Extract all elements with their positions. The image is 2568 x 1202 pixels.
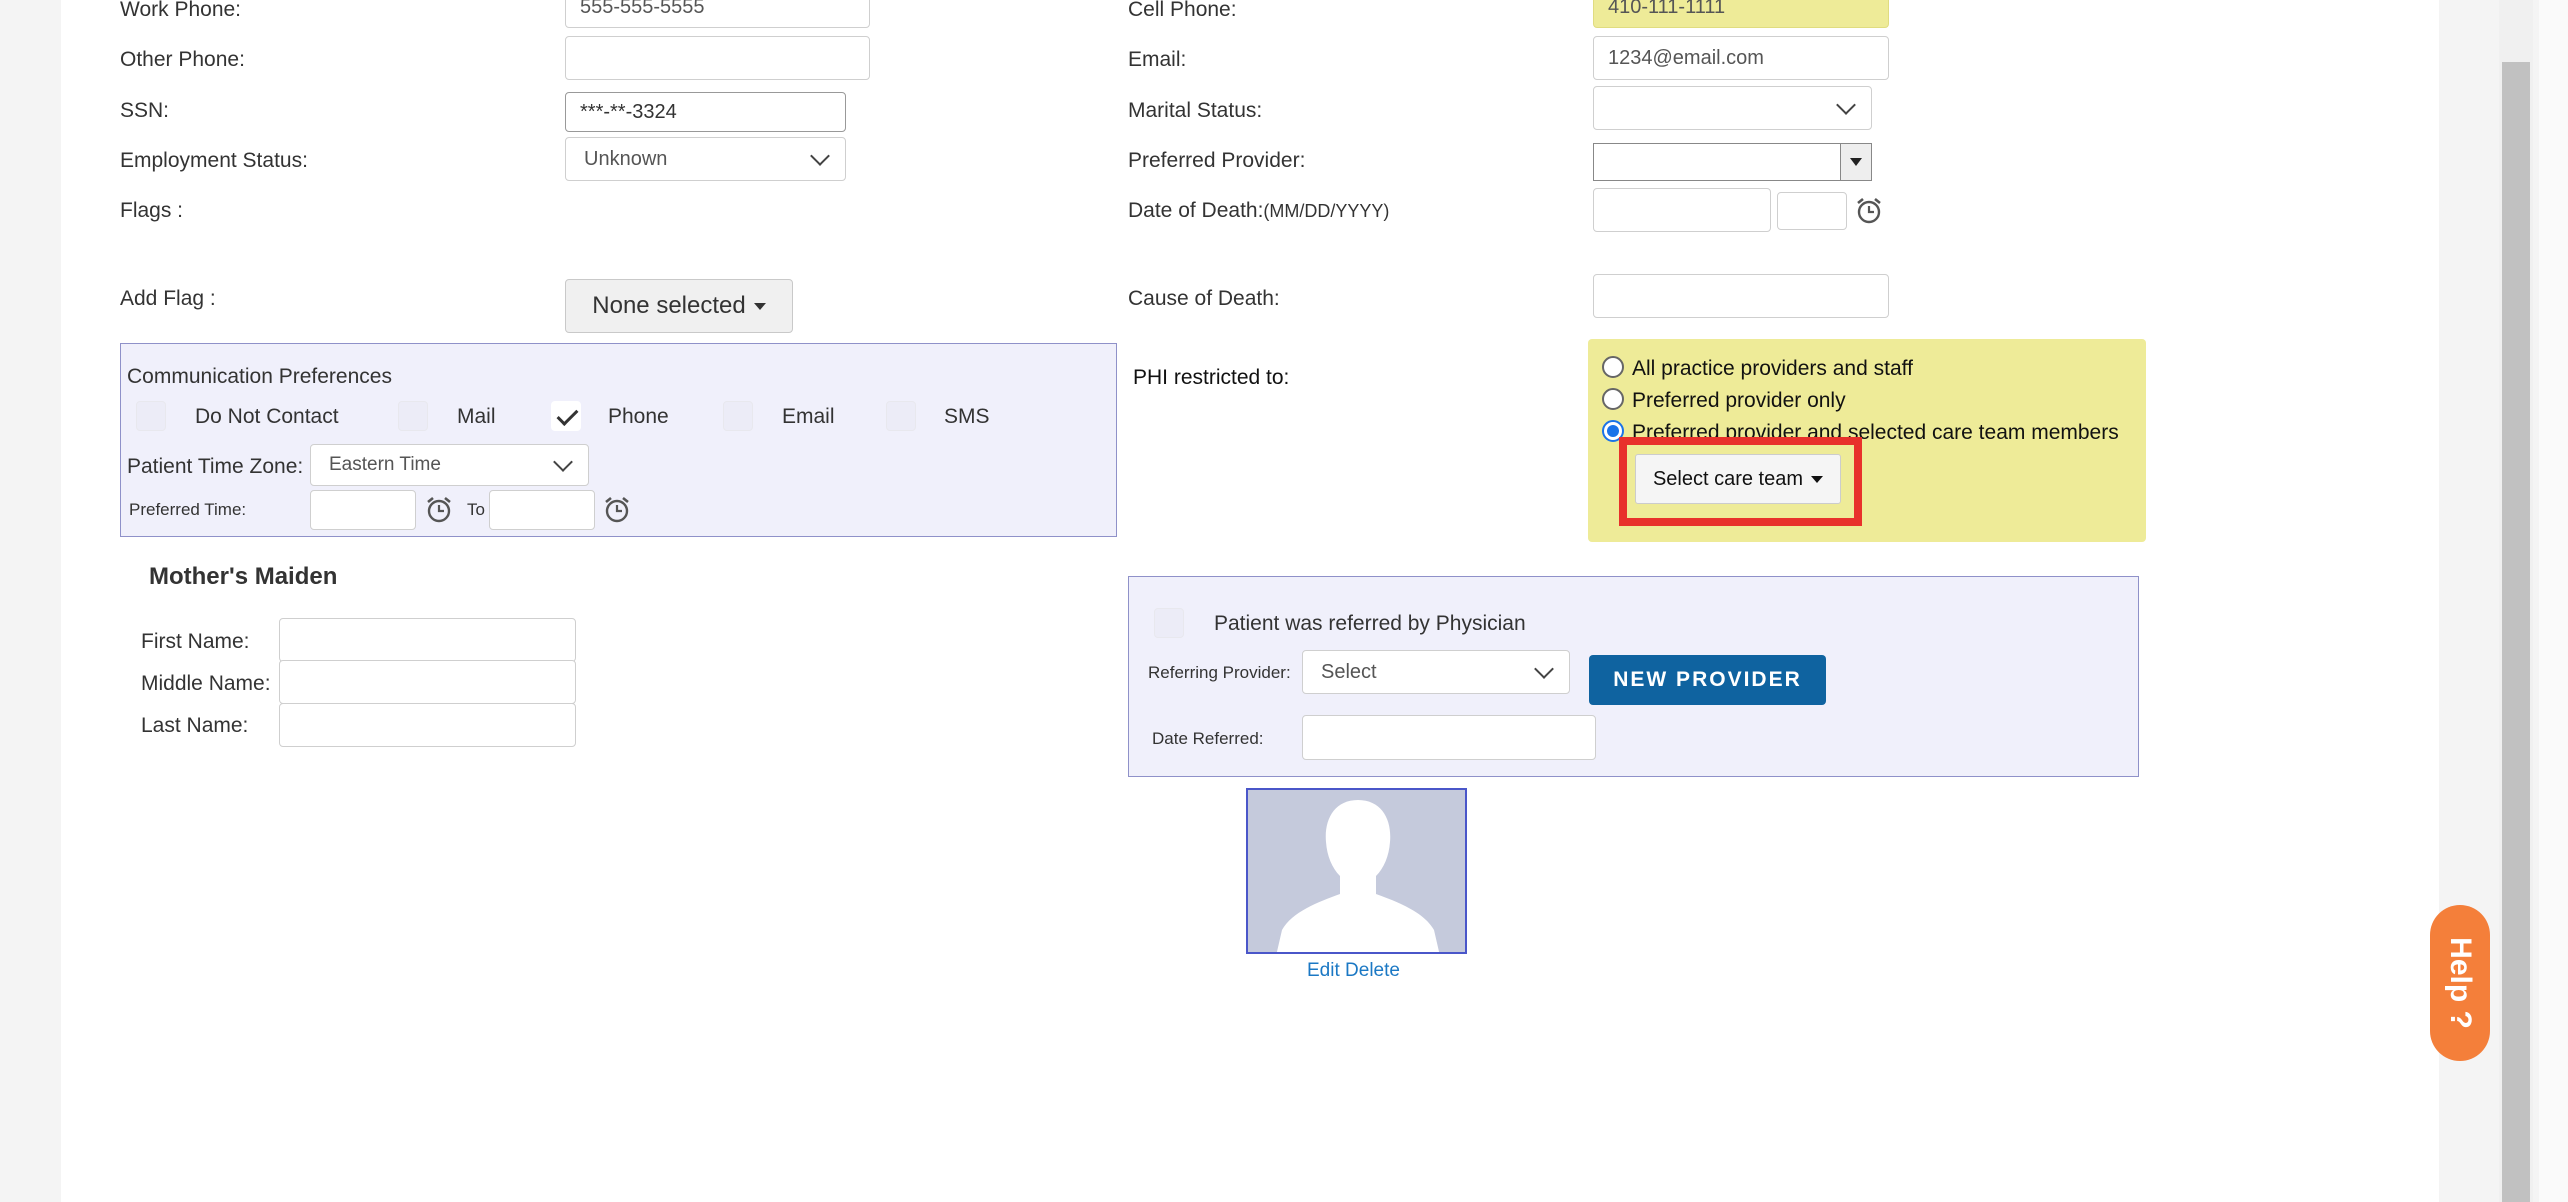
chevron-down-icon [1836,95,1856,115]
cause-of-death-label: Cause of Death: [1128,287,1280,310]
phi-option-all-label: All practice providers and staff [1632,357,1913,380]
edit-photo-link[interactable]: Edit [1307,960,1340,981]
date-format-hint: (MM/DD/YYYY) [1263,201,1390,221]
page: Work Phone: 555-555-5555 Other Phone: SS… [0,0,2568,1202]
flags-label: Flags : [120,199,184,222]
ssn-field[interactable]: ***-**-3324 [565,92,846,132]
help-label: Help ? [2443,937,2477,1029]
scrollbar-thumb[interactable] [2502,62,2530,1202]
checkbox-box [136,401,166,431]
sms-label: SMS [944,405,990,428]
patient-time-zone-label: Patient Time Zone: [127,455,304,478]
maiden-last-name-label: Last Name: [141,714,249,737]
preferred-provider-combobox[interactable] [1593,143,1872,181]
checkbox-box [886,401,916,431]
do-not-contact-checkbox[interactable] [136,401,166,431]
cell-phone-field[interactable]: 410-111-1111 [1593,0,1889,28]
mothers-maiden-title: Mother's Maiden [149,563,338,590]
select-care-team-label: Select care team [1652,467,1804,490]
preferred-time-to-input[interactable] [489,490,595,530]
work-phone-label: Work Phone: [120,0,242,21]
add-flag-label: Add Flag : [120,287,216,310]
chevron-down-icon [1534,659,1554,679]
email-label: Email: [1128,48,1187,71]
other-phone-label: Other Phone: [120,48,245,71]
date-of-death-label-text: Date of Death: [1128,199,1264,222]
communication-preferences-title: Communication Preferences [127,365,392,388]
date-of-death-label: Date of Death:(MM/DD/YYYY) [1128,199,1389,223]
employment-status-label: Employment Status: [120,149,308,172]
marital-status-label: Marital Status: [1128,99,1263,122]
time-zone-value: Eastern Time [329,454,441,475]
radio-button [1602,356,1624,378]
delete-photo-link[interactable]: Delete [1345,960,1400,981]
do-not-contact-label: Do Not Contact [195,405,339,428]
cause-of-death-input[interactable] [1593,274,1889,318]
referring-provider-value: Select [1321,660,1377,683]
photo-actions: Edit Delete [1307,960,1400,982]
preferred-provider-label: Preferred Provider: [1128,149,1306,172]
referred-by-physician-label: Patient was referred by Physician [1214,612,1526,635]
referring-provider-label: Referring Provider: [1148,663,1291,682]
employment-status-value: Unknown [584,147,668,170]
mail-label: Mail [457,405,496,428]
maiden-middle-name-input[interactable] [279,660,576,704]
mail-checkbox[interactable] [398,401,428,431]
time-of-death-input[interactable] [1777,192,1847,230]
to-label: To [467,500,485,519]
preferred-provider-value [1594,144,1840,180]
alarm-clock-icon[interactable] [425,496,453,524]
add-flag-button-label: None selected [592,292,746,319]
check-icon [551,401,581,431]
ssn-label: SSN: [120,99,170,122]
question-mark-icon: ? [2444,1010,2477,1029]
help-button[interactable]: Help ? [2430,905,2490,1061]
phi-option-all-radio[interactable] [1602,356,1624,378]
caret-down-icon [753,302,766,310]
alarm-clock-icon[interactable] [1855,197,1883,225]
phi-restricted-label: PHI restricted to: [1133,366,1290,389]
date-of-death-input[interactable] [1593,188,1771,232]
new-provider-button[interactable]: NEW PROVIDER [1589,655,1826,705]
date-referred-input[interactable] [1302,715,1596,760]
select-care-team-button[interactable]: Select care team [1635,454,1841,504]
alarm-clock-icon[interactable] [603,496,631,524]
email-checkbox[interactable] [723,401,753,431]
date-referred-label: Date Referred: [1152,729,1264,748]
time-zone-select[interactable]: Eastern Time [310,444,589,486]
phone-checkbox[interactable] [551,401,581,431]
email-field[interactable]: 1234@email.com [1593,36,1889,80]
maiden-first-name-input[interactable] [279,618,576,662]
checkbox-box [398,401,428,431]
patient-photo[interactable] [1246,788,1467,954]
referred-by-physician-checkbox[interactable] [1154,608,1184,638]
sms-checkbox[interactable] [886,401,916,431]
help-text: Help [2444,937,2477,1003]
preferred-time-from-input[interactable] [310,490,416,530]
phi-option-preferred-label: Preferred provider only [1632,389,1846,412]
caret-down-icon [1811,475,1824,483]
other-phone-field[interactable] [565,36,870,80]
chevron-down-icon [810,146,830,166]
add-flag-dropdown-button[interactable]: None selected [565,279,793,333]
phone-label: Phone [608,405,669,428]
right-edge [2539,0,2568,1202]
referring-provider-select[interactable]: Select [1302,650,1570,694]
checkbox-box [723,401,753,431]
checkbox-box [1154,608,1184,638]
avatar-placeholder-icon [1276,800,1440,952]
email-pref-label: Email [782,405,835,428]
preferred-time-label: Preferred Time: [129,500,247,519]
phi-option-preferred-radio[interactable] [1602,388,1624,410]
work-phone-field[interactable]: 555-555-5555 [565,0,870,28]
maiden-middle-name-label: Middle Name: [141,672,271,695]
maiden-first-name-label: First Name: [141,630,250,653]
marital-status-select[interactable] [1593,86,1872,130]
dropdown-arrow-icon[interactable] [1840,144,1871,180]
employment-status-select[interactable]: Unknown [565,137,846,181]
chevron-down-icon [553,452,573,472]
maiden-last-name-input[interactable] [279,703,576,747]
radio-button [1602,388,1624,410]
cell-phone-label: Cell Phone: [1128,0,1237,21]
